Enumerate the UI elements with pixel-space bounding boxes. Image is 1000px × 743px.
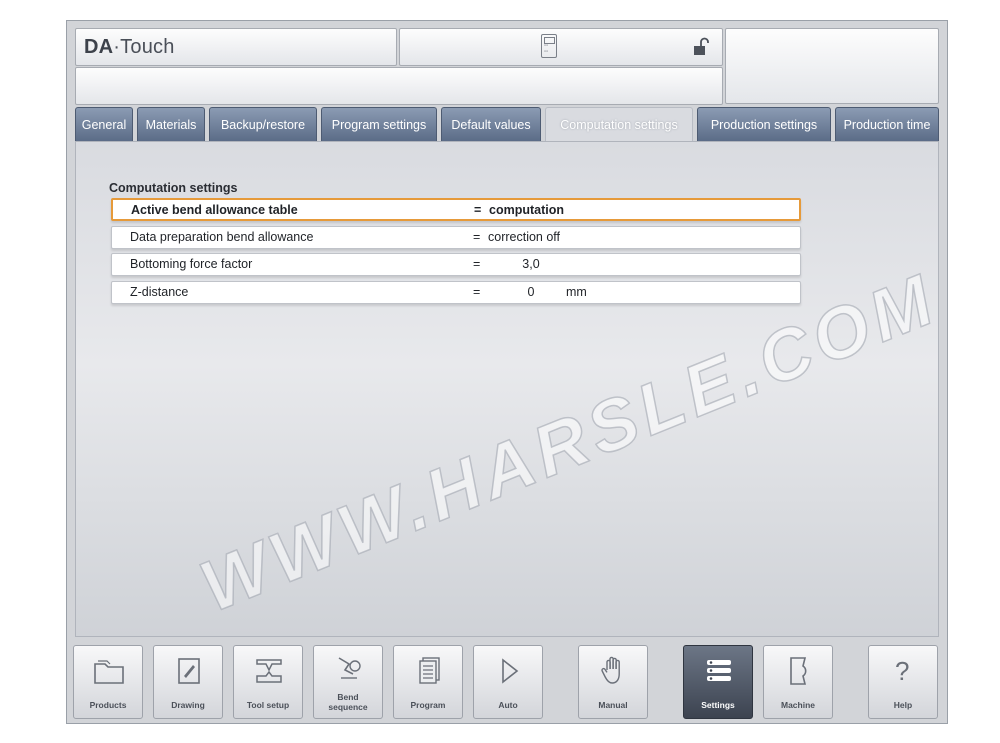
row-label: Bottoming force factor — [130, 257, 253, 271]
settings-tabs: General Materials Backup/restore Program… — [75, 107, 939, 141]
nav-label: Settings — [701, 700, 735, 710]
nav-settings-button[interactable]: Settings — [683, 645, 753, 719]
settings-list-icon — [701, 654, 737, 688]
app-logo: DA·Touch — [75, 28, 397, 66]
row-label: Z-distance — [130, 285, 189, 299]
nav-machine-button[interactable]: Machine — [763, 645, 833, 719]
nav-help-button[interactable]: ? Help — [868, 645, 938, 719]
tab-general[interactable]: General — [75, 107, 133, 141]
row-equals: = — [473, 230, 481, 244]
message-bar — [75, 67, 723, 105]
nav-label: Bend sequence — [328, 692, 368, 712]
row-value: computation — [489, 203, 564, 217]
program-icon — [411, 654, 447, 688]
nav-label: Drawing — [171, 700, 205, 710]
row-number: 3,0 — [522, 257, 540, 271]
logo-touch: Touch — [120, 36, 175, 58]
settings-content: Computation settings Active bend allowan… — [75, 141, 950, 637]
section-title: Computation settings — [109, 181, 238, 195]
folder-icon — [91, 654, 127, 688]
tab-default-values[interactable]: Default values — [441, 107, 541, 141]
nav-manual-button[interactable]: Manual — [578, 645, 648, 719]
nav-label: Machine — [780, 700, 815, 710]
nav-drawing-button[interactable]: Drawing — [153, 645, 223, 719]
row-active-bend-allowance-table[interactable]: Active bend allowance table = computatio… — [111, 198, 801, 221]
tool-setup-icon — [251, 654, 287, 688]
nav-auto-button[interactable]: Auto — [473, 645, 543, 719]
nav-label: Program — [410, 700, 446, 710]
tab-production-settings[interactable]: Production settings — [697, 107, 831, 141]
row-label: Data preparation bend allowance — [130, 230, 314, 244]
machine-icon — [781, 654, 817, 688]
nav-program-button[interactable]: Program — [393, 645, 463, 719]
hand-icon — [596, 654, 632, 688]
nav-label: Tool setup — [246, 700, 290, 710]
bottom-navigation: Products Drawing Tool setup Bend sequenc… — [67, 639, 947, 723]
tab-computation-settings[interactable]: Computation settings — [545, 107, 693, 141]
nav-bend-sequence-button[interactable]: Bend sequence — [313, 645, 383, 719]
row-equals: = — [473, 285, 481, 299]
row-label: Active bend allowance table — [131, 203, 298, 217]
row-equals: = — [473, 257, 481, 271]
tab-materials[interactable]: Materials — [137, 107, 205, 141]
tab-program-settings[interactable]: Program settings — [321, 107, 437, 141]
app-window: DA·Touch General Materials Backup/restor… — [66, 20, 950, 724]
row-data-preparation-bend-allowance[interactable]: Data preparation bend allowance = correc… — [111, 226, 801, 249]
tab-backup-restore[interactable]: Backup/restore — [209, 107, 317, 141]
row-equals: = — [474, 203, 482, 217]
row-value: correction off — [488, 230, 561, 244]
help-icon: ? — [895, 656, 910, 686]
bend-sequence-icon — [331, 654, 367, 688]
row-z-distance[interactable]: Z-distance = 0 mm — [111, 281, 801, 304]
row-bottoming-force-factor[interactable]: Bottoming force factor = 3,0 — [111, 253, 801, 276]
tab-production-time[interactable]: Production time — [835, 107, 939, 141]
info-panel — [725, 28, 939, 104]
row-number: 0 — [527, 285, 535, 299]
status-box — [399, 28, 723, 66]
nav-label: Auto — [498, 700, 518, 710]
play-icon — [491, 654, 527, 688]
logo-da: DA — [84, 36, 114, 58]
watermark: WWW.HARSLE.COM — [189, 258, 950, 628]
nav-label: Manual — [598, 700, 628, 710]
nav-label: Help — [893, 700, 913, 710]
calculator-icon[interactable] — [541, 34, 557, 58]
nav-products-button[interactable]: Products — [73, 645, 143, 719]
nav-tool-setup-button[interactable]: Tool setup — [233, 645, 303, 719]
nav-label: Products — [89, 700, 127, 710]
row-unit: mm — [566, 285, 587, 299]
drawing-icon — [171, 654, 207, 688]
unlock-icon[interactable] — [692, 37, 710, 57]
